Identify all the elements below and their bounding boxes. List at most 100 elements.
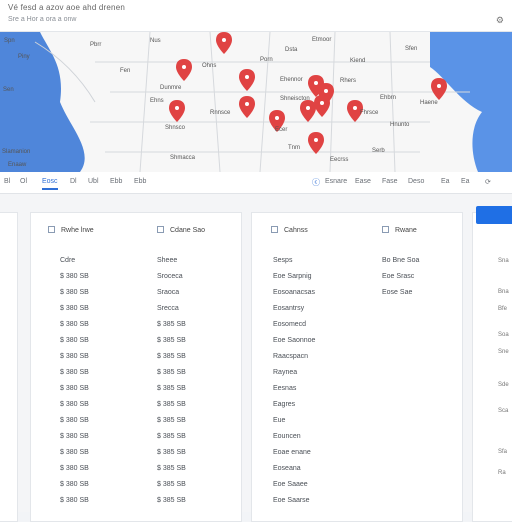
app-title: Vé fesd a azov aoe ahd drenen (8, 3, 125, 12)
map-label: Shneiscton (280, 96, 310, 102)
map-label: Fen (120, 68, 131, 74)
map-label: Piny (18, 54, 30, 60)
table-cell: $ 385 SB (157, 433, 186, 440)
table-cell: $ 385 SB (157, 481, 186, 488)
toolbar-right-item[interactable]: Ease (355, 178, 371, 185)
table-cell: $ 380 SB (60, 369, 89, 376)
map-label: Enaaw (8, 162, 27, 168)
table-cell: Eoae enane (273, 449, 311, 456)
table-cell: Eose Sae (382, 289, 413, 296)
table-cell: Eagres (273, 401, 296, 408)
right-panel-label: Sca (498, 408, 509, 414)
table-cell: $ 380 SB (60, 305, 89, 312)
map-label: Pbrr (90, 42, 102, 48)
table-cell: $ 380 SB (60, 289, 89, 296)
top-bar: Vé fesd a azov aoe ahd drenen Sre a Hor … (0, 0, 512, 32)
toolbar-tab[interactable]: Bl (4, 178, 10, 185)
table-cell: Srecca (157, 305, 179, 312)
table-cell: $ 385 SB (157, 449, 186, 456)
table-cell: Raynea (273, 369, 298, 376)
table-cell: Sheee (157, 257, 178, 264)
right-panel-label: Ra (498, 470, 506, 476)
table-cell: $ 380 SB (60, 273, 89, 280)
map-label: Ehbrn (380, 95, 397, 101)
table-cell: Eoe Sarpnig (273, 273, 312, 280)
info-icon[interactable]: ⓒ (312, 177, 320, 188)
table-cell: Cdre (60, 257, 76, 264)
map-label: Ehns (150, 98, 164, 104)
table-cell: Sraoca (157, 289, 180, 296)
map-label: Shmacca (170, 155, 196, 161)
map-label: Dsta (285, 47, 298, 53)
checkbox[interactable] (48, 226, 55, 233)
map-label: Rhers (340, 78, 357, 84)
map-label: Eecrss (330, 157, 349, 163)
table-cell: Eoe Saonnoe (273, 337, 316, 344)
app-subtitle: Sre a Hor a ora a onw (8, 16, 77, 23)
map-label: Tnm (288, 145, 300, 151)
checkbox[interactable] (157, 226, 164, 233)
checkbox[interactable] (271, 226, 278, 233)
table-cell: $ 385 SB (157, 465, 186, 472)
table-cell: $ 380 SB (60, 465, 89, 472)
toolbar-tab[interactable]: Ebb (110, 178, 122, 185)
column-header[interactable]: Rwhe lrwe (48, 226, 94, 234)
map-label: Hnunto (390, 122, 410, 128)
column-header[interactable]: Cahnss (271, 226, 308, 234)
settings-icon[interactable]: ⚙ (496, 15, 504, 26)
toolbar-right-item[interactable]: Ea (461, 178, 470, 185)
toolbar-right-item[interactable]: Esnare (325, 178, 347, 185)
map-label: Sen (3, 87, 14, 93)
toolbar-right-item[interactable]: Fase (382, 178, 398, 185)
checkbox[interactable] (382, 226, 389, 233)
column-header-label: Cdane Sao (170, 227, 206, 234)
right-panel-label: Soa (498, 332, 509, 338)
table-cell: $ 385 SB (157, 401, 186, 408)
table-cell: $ 380 SB (60, 385, 89, 392)
map-label: Spn (4, 38, 15, 44)
map-label: Rnnsce (210, 110, 231, 116)
left-panel (0, 212, 18, 522)
toolbar-tab[interactable]: Dl (70, 178, 77, 185)
toolbar-right-item[interactable]: Ea (441, 178, 450, 185)
toolbar-tab[interactable]: Ebb (134, 178, 146, 185)
table-cell: Eouncen (273, 433, 301, 440)
map-panel[interactable]: Spn Pbrr Nus Dsta Etmoor Piny Ohns Porn … (0, 32, 512, 172)
table-cell: Eosoanacsas (273, 289, 316, 296)
map-label: Etmoor (312, 37, 332, 43)
map-label: Ecer (275, 127, 288, 133)
map-label: Nus (150, 38, 161, 44)
table-cell: $ 380 SB (60, 481, 89, 488)
table-cell: Sesps (273, 257, 293, 264)
table-cell: $ 385 SB (157, 497, 186, 504)
right-panel-label: Sne (498, 349, 509, 355)
table-cell: Sroceca (157, 273, 183, 280)
toolbar-refresh-icon[interactable]: ⟳ (485, 178, 491, 186)
toolbar: Bl Ol Eosc Dl Ubl Ebb Ebb ⓒ Esnare Ease … (0, 172, 512, 194)
map-label: Sfen (405, 46, 418, 52)
table-cell: Raacspacn (273, 353, 309, 360)
toolbar-tab[interactable]: Ubl (88, 178, 99, 185)
map-label: Haene (420, 100, 438, 106)
table-cell: $ 380 SB (60, 449, 89, 456)
column-header-label: Cahnss (284, 227, 308, 234)
table-cell: Eue (273, 417, 286, 424)
table-cell: Eosantrsy (273, 305, 305, 312)
right-panel-label: Sfa (498, 449, 508, 455)
toolbar-tab-active[interactable]: Eosc (42, 178, 58, 190)
primary-action-button[interactable] (476, 206, 512, 224)
table-cell: $ 380 SB (60, 417, 89, 424)
right-panel-label: Bfe (498, 306, 508, 312)
right-panel-label: Sna (498, 258, 509, 264)
table-cell: $ 380 SB (60, 353, 89, 360)
right-panel-label: Sde (498, 382, 509, 388)
map-label: Ohns (202, 63, 217, 69)
column-header[interactable]: Cdane Sao (157, 226, 205, 234)
column-header[interactable]: Rwane (382, 226, 417, 234)
table-cell: $ 385 SB (157, 417, 186, 424)
table-cell: $ 380 SB (60, 337, 89, 344)
table-cell: Eoseana (273, 465, 301, 472)
map-label: Porn (260, 57, 273, 63)
toolbar-right-item[interactable]: Deso (408, 178, 424, 185)
toolbar-tab[interactable]: Ol (20, 178, 27, 185)
